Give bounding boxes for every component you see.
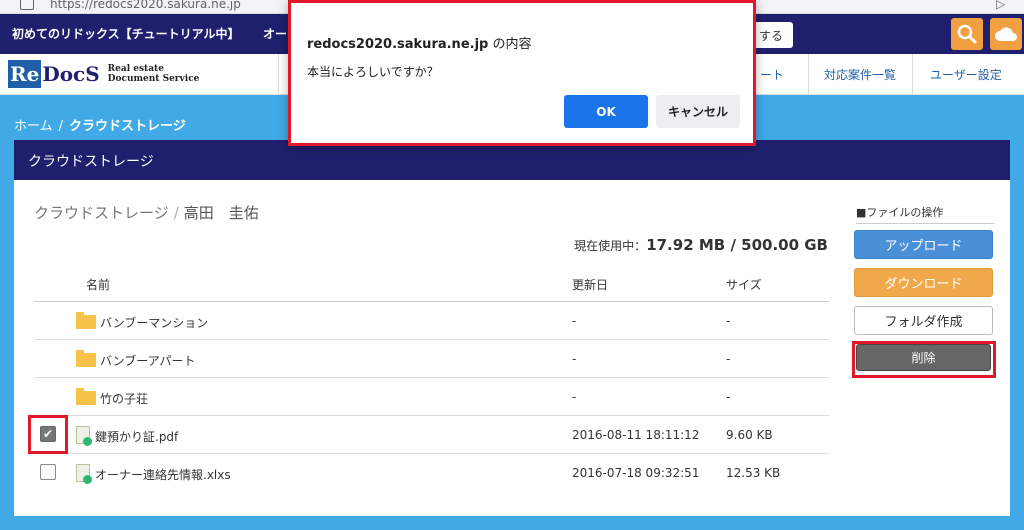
header-size[interactable]: サイズ xyxy=(726,276,762,293)
path-user: 高田 圭佑 xyxy=(183,204,259,222)
nav-item-report[interactable]: ート xyxy=(760,66,784,83)
confirm-dialog: redocs2020.sakura.ne.jp の内容 本当によろしいですか？ … xyxy=(288,0,756,146)
table-row[interactable]: バンブーマンション - - xyxy=(34,302,829,340)
ok-button[interactable]: OK xyxy=(564,95,648,128)
row-name-text: 鍵預かり証.pdf xyxy=(95,430,179,444)
row-date: 2016-08-11 18:11:12 xyxy=(572,428,700,442)
breadcrumb-separator: / xyxy=(58,119,64,134)
nav-divider xyxy=(808,54,809,94)
row-size: - xyxy=(726,314,731,328)
nav-item-user-settings[interactable]: ユーザー設定 xyxy=(930,66,1002,83)
row-checkbox[interactable] xyxy=(40,464,56,480)
share-icon[interactable]: ▷ xyxy=(996,0,1005,11)
nav-divider xyxy=(278,54,279,94)
file-ops-title: ■ファイルの操作 xyxy=(856,204,994,224)
header-date[interactable]: 更新日 xyxy=(572,276,608,293)
usage-label: 現在使用中： xyxy=(574,239,647,253)
file-table: 名前 更新日 サイズ バンブーマンション - - バンブーアパート - - 竹の… xyxy=(34,264,829,492)
row-name[interactable]: バンブーアパート xyxy=(76,349,196,369)
file-icon xyxy=(76,425,92,446)
usage-value: 17.92 MB / 500.00 GB xyxy=(646,236,828,254)
logo-re: Re xyxy=(8,60,42,88)
row-size: 9.60 KB xyxy=(726,428,773,442)
path-root[interactable]: クラウドストレージ xyxy=(34,204,169,222)
folder-icon xyxy=(76,349,96,367)
row-name-text: バンブーマンション xyxy=(100,316,209,330)
storage-usage: 現在使用中：17.92 MB / 500.00 GB xyxy=(574,236,828,254)
path-separator: / xyxy=(173,204,179,222)
row-name-text: 竹の子荘 xyxy=(100,392,149,406)
url-text[interactable]: https://redocs2020.sakura.ne.jp xyxy=(50,0,241,11)
breadcrumb-home[interactable]: ホーム xyxy=(14,119,53,134)
row-name[interactable]: 鍵預かり証.pdf xyxy=(76,425,179,446)
logo-docs: DocS xyxy=(42,62,100,86)
dialog-title-suffix: の内容 xyxy=(488,37,532,52)
table-row[interactable]: ✔ 鍵預かり証.pdf 2016-08-11 18:11:12 9.60 KB xyxy=(34,416,829,454)
row-name[interactable]: バンブーマンション xyxy=(76,311,209,331)
download-button[interactable]: ダウンロード xyxy=(854,268,993,297)
logo-sub-line2: Document Service xyxy=(107,74,200,84)
row-date: - xyxy=(572,352,577,366)
search-icon xyxy=(957,24,977,44)
row-date: - xyxy=(572,314,577,328)
file-icon xyxy=(76,463,92,484)
breadcrumb-current: クラウドストレージ xyxy=(69,119,186,134)
row-size: - xyxy=(726,390,731,404)
row-name[interactable]: 竹の子荘 xyxy=(76,387,149,407)
logo-subtitle: Real estate Document Service xyxy=(108,64,200,84)
table-row[interactable]: 竹の子荘 - - xyxy=(34,378,829,416)
dialog-title: redocs2020.sakura.ne.jp の内容 xyxy=(307,33,531,52)
row-size: - xyxy=(726,352,731,366)
row-name-text: バンブーアパート xyxy=(100,354,196,368)
table-row[interactable]: バンブーアパート - - xyxy=(34,340,829,378)
table-row[interactable]: オーナー連絡先情報.xlxs 2016-07-18 09:32:51 12.53… xyxy=(34,454,829,492)
dialog-message: 本当によろしいですか？ xyxy=(307,65,439,79)
upload-button[interactable]: アップロード xyxy=(854,230,993,259)
top-menu-item[interactable]: オー xyxy=(263,25,287,42)
logo-sub-line1: Real estate xyxy=(107,64,164,74)
panel-title: クラウドストレージ xyxy=(14,140,1010,180)
row-name-text: オーナー連絡先情報.xlxs xyxy=(95,468,231,482)
checkbox-highlight xyxy=(28,415,68,454)
delete-highlight xyxy=(852,341,996,378)
breadcrumb: ホーム / クラウドストレージ xyxy=(14,115,186,134)
folder-icon xyxy=(76,311,96,329)
info-icon[interactable] xyxy=(20,0,34,10)
search-button[interactable] xyxy=(951,18,983,50)
header-name[interactable]: 名前 xyxy=(86,276,110,293)
folder-icon xyxy=(76,387,96,405)
folder-path: クラウドストレージ / 高田 圭佑 xyxy=(34,202,259,223)
row-size: 12.53 KB xyxy=(726,466,781,480)
row-date: 2016-07-18 09:32:51 xyxy=(572,466,700,480)
logo[interactable]: Re DocS Real estate Document Service xyxy=(8,58,199,90)
row-name[interactable]: オーナー連絡先情報.xlxs xyxy=(76,463,231,484)
create-folder-button[interactable]: フォルダ作成 xyxy=(854,306,993,335)
nav-item-cases[interactable]: 対応案件一覧 xyxy=(824,66,896,83)
cancel-button[interactable]: キャンセル xyxy=(656,95,740,128)
nav-divider xyxy=(912,54,913,94)
cloud-button[interactable] xyxy=(990,18,1022,50)
table-header: 名前 更新日 サイズ xyxy=(34,264,829,302)
dialog-origin: redocs2020.sakura.ne.jp xyxy=(307,37,489,52)
cloud-icon xyxy=(995,27,1017,41)
tutorial-label[interactable]: 初めてのリドックス【チュートリアル中】 xyxy=(12,25,240,42)
row-date: - xyxy=(572,390,577,404)
